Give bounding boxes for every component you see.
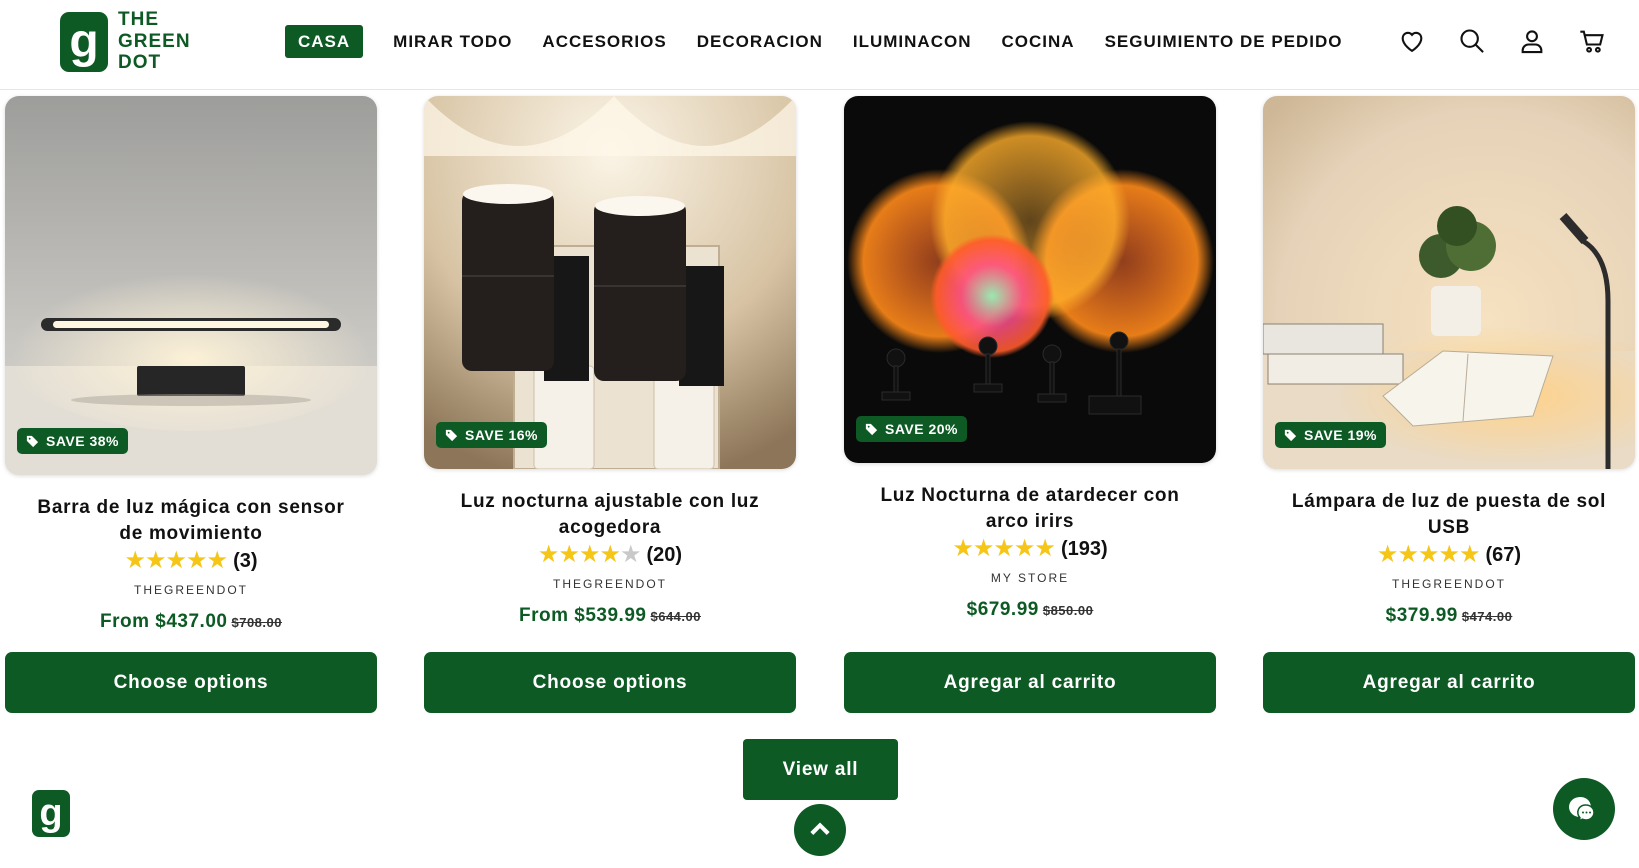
product-photo-usb-lamp [1263,96,1635,469]
nav-item-seguimiento[interactable]: SEGUIMIENTO DE PEDIDO [1105,25,1343,58]
site-header: g THE GREEN DOT CASA MIRAR TODO ACCESORI… [0,0,1639,90]
rating-stars: ★★★★★ [537,541,642,568]
view-all-button[interactable]: View all [743,739,898,800]
add-to-cart-button[interactable]: Agregar al carrito [1263,652,1635,713]
rating-stars: ★★★★★ [1376,541,1481,568]
brand-line-1: THE [118,9,159,30]
compare-price: $708.00 [231,615,282,630]
floating-brand-logo[interactable]: g [32,790,70,837]
save-badge-label: SAVE 16% [465,427,538,443]
floating-logo-letter: g [39,792,63,834]
rating-stars-filled: ★★★★ [537,541,621,568]
brand-logo[interactable]: g [60,12,108,72]
save-badge: SAVE 16% [436,422,547,448]
sale-price: From $437.00 [100,611,228,632]
product-image[interactable]: SAVE 38% [5,96,377,475]
nav-item-cocina[interactable]: COCINA [1002,25,1075,58]
tag-icon [1284,429,1297,441]
product-image[interactable]: SAVE 19% [1263,96,1635,469]
product-price: From $539.99 $644.00 [424,605,796,627]
save-badge-label: SAVE 38% [46,433,119,449]
compare-price: $644.00 [650,609,701,624]
heart-icon[interactable] [1397,26,1427,56]
product-price: $379.99 $474.00 [1263,605,1635,627]
scroll-to-top-button[interactable] [794,804,846,856]
save-badge: SAVE 20% [856,416,967,442]
nav-item-mirar-todo[interactable]: MIRAR TODO [393,25,512,58]
product-image[interactable]: SAVE 16% [424,96,796,469]
product-vendor: MY STORE [990,571,1070,585]
rating-count: (20) [646,543,683,566]
product-card: SAVE 20% Luz Nocturna de atardecer con a… [844,96,1216,621]
product-title[interactable]: Luz nocturna ajustable con luz acogedora [424,489,796,541]
product-photo-night-light [424,96,796,469]
product-grid: SAVE 38% Barra de luz mágica con sensor … [0,96,1639,716]
rating-count: (67) [1485,543,1522,566]
save-badge-label: SAVE 20% [885,421,958,437]
main-nav: CASA MIRAR TODO ACCESORIOS DECORACION IL… [285,25,1373,58]
product-rating: ★★★★★ (67) [1263,543,1635,567]
compare-price: $474.00 [1461,609,1513,624]
product-card: SAVE 19% Lámpara de luz de puesta de sol… [1263,96,1635,627]
sale-price: From $539.99 [519,605,647,626]
compare-price: $850.00 [1042,603,1094,618]
save-badge: SAVE 38% [17,428,128,454]
tag-icon [445,429,458,441]
product-title[interactable]: Barra de luz mágica con sensor de movimi… [5,495,377,547]
add-to-cart-button[interactable]: Agregar al carrito [844,652,1216,713]
save-badge-label: SAVE 19% [1304,427,1377,443]
brand-name[interactable]: THE GREEN DOT [118,9,191,74]
product-card: SAVE 38% Barra de luz mágica con sensor … [5,96,377,633]
product-rating: ★★★★★ (3) [5,549,377,573]
nav-item-iluminacon[interactable]: ILUMINACON [853,25,972,58]
product-vendor: THEGREENDOT [133,583,248,597]
product-price: $679.99 $850.00 [844,599,1216,621]
save-badge: SAVE 19% [1275,422,1386,448]
product-rating: ★★★★★ (193) [844,537,1216,561]
search-icon[interactable] [1457,26,1487,56]
product-vendor: THEGREENDOT [552,577,667,591]
brand-line-2: GREEN [118,30,191,52]
tag-icon [26,435,39,447]
product-title[interactable]: Lámpara de luz de puesta de sol USB [1263,489,1635,541]
rating-stars: ★★★★★ [124,547,228,574]
product-vendor: THEGREENDOT [1391,577,1506,591]
brand-line-3: DOT [118,52,162,73]
chat-button[interactable] [1553,778,1615,840]
nav-item-casa[interactable]: CASA [285,25,364,58]
account-icon[interactable] [1517,26,1547,56]
sale-price: $679.99 [966,599,1039,620]
chat-icon [1569,796,1595,823]
rating-stars-empty: ★ [619,541,641,568]
choose-options-button[interactable]: Choose options [424,652,796,713]
nav-item-decoracion[interactable]: DECORACION [697,25,823,58]
product-rating: ★★★★★ (20) [424,543,796,567]
product-card: SAVE 16% Luz nocturna ajustable con luz … [424,96,796,627]
tag-icon [865,423,878,435]
rating-count: (3) [233,549,258,572]
nav-item-accesorios[interactable]: ACCESORIOS [542,25,666,58]
brand-logo-letter: g [69,15,99,68]
product-image[interactable]: SAVE 20% [844,96,1216,463]
product-title[interactable]: Luz Nocturna de atardecer con arco irirs [844,483,1216,535]
choose-options-button[interactable]: Choose options [5,652,377,713]
cart-icon[interactable] [1577,26,1607,56]
rating-stars: ★★★★★ [952,535,1056,562]
chevron-up-icon [810,822,830,835]
rating-count: (193) [1060,537,1108,560]
product-photo-light-bar [5,96,377,475]
sale-price: $379.99 [1385,605,1458,626]
product-price: From $437.00 $708.00 [5,611,377,633]
header-actions [1397,26,1607,56]
product-photo-sunset-lamp [844,96,1216,463]
